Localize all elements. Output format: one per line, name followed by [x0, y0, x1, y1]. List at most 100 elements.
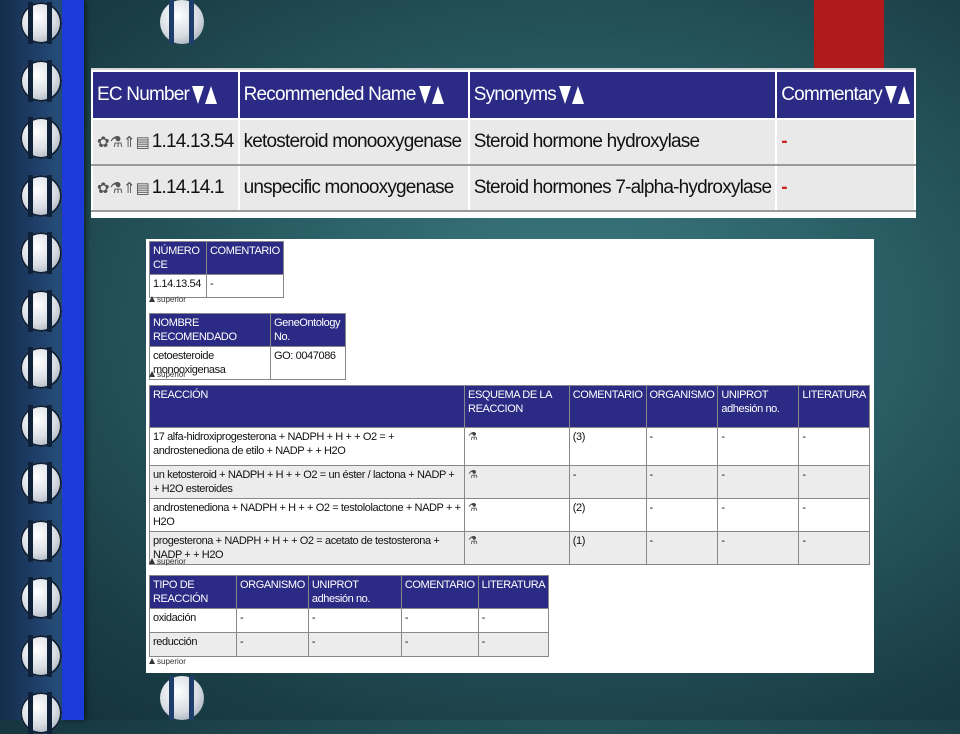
comentario-cell: - — [568, 465, 647, 499]
decorative-circle — [20, 404, 62, 447]
reaccion-cell: progesterona + NADPH + H + + O2 = acetat… — [148, 531, 466, 565]
recommended-name-cell: ketosteroid monooxygenase — [237, 118, 470, 166]
flask-icon[interactable]: ⚗ — [468, 430, 478, 444]
organismo-cell: - — [236, 632, 309, 657]
table-row: reducción - - - - — [149, 632, 550, 657]
flask-icon[interactable]: ⚗ — [468, 468, 478, 482]
uniprot-cell: - — [717, 498, 800, 532]
tipo-reaccion-header: TIPO DE REACCIÓN — [149, 575, 237, 609]
up-arrow-icon — [149, 558, 155, 564]
comentario-cell: - — [400, 608, 479, 633]
synonym-cell: Steroid hormones 7-alpha-hydroxylase — [467, 164, 778, 212]
uniprot-cell: - — [717, 427, 800, 466]
organismo-header: ORGANISMO — [236, 575, 309, 609]
reaccion-cell: androstenediona + NADPH + H + + O2 = tes… — [148, 498, 466, 532]
synonym-cell: Steroid hormone hydroxylase — [467, 118, 778, 166]
geneontology-header: GeneOntology No. — [270, 313, 346, 347]
sort-icon[interactable] — [559, 84, 585, 106]
organismo-header: ORGANISMO — [645, 385, 719, 428]
decorative-circle — [20, 519, 62, 562]
ec-number-header[interactable]: EC Number — [91, 70, 240, 120]
table-header-row: EC Number Recommended Name Synonyms Comm… — [91, 70, 916, 120]
decorative-circle — [20, 634, 62, 677]
tool-icons[interactable]: ✿⚗⇑▤ — [97, 179, 150, 197]
decorative-circle — [20, 174, 62, 217]
enzyme-results-panel: EC Number Recommended Name Synonyms Comm… — [91, 68, 916, 218]
up-arrow-icon — [149, 371, 155, 377]
ec-number-cell[interactable]: ✿⚗⇑▤ 1.14.14.1 — [91, 164, 240, 212]
reaccion-table: REACCIÓN ESQUEMA DE LA REACCION COMENTAR… — [148, 385, 870, 565]
ec-number-link[interactable]: 1.14.13.54 — [152, 131, 235, 152]
table-row: ✿⚗⇑▤ 1.14.14.1 unspecific monooxygenase S… — [91, 164, 916, 212]
synonyms-header[interactable]: Synonyms — [467, 70, 778, 120]
decorative-circle — [20, 2, 62, 44]
organismo-cell: - — [645, 498, 719, 532]
decorative-circle — [20, 347, 62, 389]
reaccion-cell: 17 alfa-hidroxiprogesterona + NADPH + H … — [148, 427, 466, 466]
uniprot-cell: - — [717, 531, 800, 565]
go-link[interactable]: GO: 0047086 — [270, 346, 346, 380]
organismo-cell: - — [645, 465, 719, 499]
organismo-cell: - — [236, 608, 309, 633]
literatura-header: LITERATURA — [798, 385, 870, 428]
sort-icon[interactable] — [192, 84, 218, 106]
uniprot-header: UNIPROT adhesión no. — [307, 575, 402, 609]
recommended-name-cell: unspecific monooxygenase — [237, 164, 470, 212]
decorative-circle — [20, 289, 62, 332]
numero-ce-header: NÚMERO CE — [149, 241, 207, 275]
literatura-header: LITERATURA — [477, 575, 550, 609]
superior-link[interactable]: superior — [149, 557, 186, 566]
decorative-circle — [20, 462, 62, 504]
literatura-cell: - — [477, 632, 550, 657]
uniprot-cell: - — [717, 465, 800, 499]
esquema-cell[interactable]: ⚗ — [464, 465, 570, 499]
commentary-header[interactable]: Commentary — [775, 70, 916, 120]
numero-ce-table: NÚMERO CE COMENTARIO 1.14.13.54 - — [149, 241, 284, 298]
literatura-cell: - — [798, 427, 870, 466]
superior-link[interactable]: superior — [149, 657, 186, 666]
slide-blue-bar — [62, 0, 84, 720]
esquema-cell[interactable]: ⚗ — [464, 498, 570, 532]
tool-icons[interactable]: ✿⚗⇑▤ — [97, 133, 150, 151]
comentario-cell[interactable]: (2) — [568, 498, 647, 532]
decorative-circle-top — [160, 0, 204, 44]
comentario-cell[interactable]: (3) — [568, 427, 647, 466]
ec-number-link[interactable]: 1.14.14.1 — [152, 177, 225, 198]
flask-icon[interactable]: ⚗ — [468, 501, 478, 515]
comentario-header: COMENTARIO — [206, 241, 284, 275]
comentario-header: COMENTARIO — [400, 575, 479, 609]
uniprot-cell: - — [307, 632, 402, 657]
flask-icon[interactable]: ⚗ — [468, 534, 478, 548]
decorative-circle — [20, 692, 62, 734]
comentario-header: COMENTARIO — [568, 385, 647, 428]
superior-link[interactable]: superior — [149, 370, 186, 379]
organismo-cell: - — [645, 531, 719, 565]
commentary-cell: - — [775, 164, 916, 212]
tipo-reaccion-table: TIPO DE REACCIÓN ORGANISMO UNIPROT adhes… — [149, 575, 550, 657]
recommended-name-header[interactable]: Recommended Name — [237, 70, 470, 120]
table-row: progesterona + NADPH + H + + O2 = acetat… — [148, 531, 870, 565]
comentario-cell[interactable]: (1) — [568, 531, 647, 565]
enzyme-detail-panel: NÚMERO CE COMENTARIO 1.14.13.54 - superi… — [146, 239, 874, 673]
uniprot-cell: - — [307, 608, 402, 633]
sort-icon[interactable] — [418, 84, 444, 106]
superior-link[interactable]: superior — [149, 295, 186, 304]
commentary-cell: - — [775, 118, 916, 166]
literatura-cell: - — [798, 531, 870, 565]
decorative-circle-bottom — [160, 676, 204, 720]
esquema-cell[interactable]: ⚗ — [464, 427, 570, 466]
decorative-circle — [20, 117, 62, 159]
literatura-cell: - — [477, 608, 550, 633]
tipo-cell: reducción — [149, 632, 237, 657]
reaccion-cell: un ketosteroid + NADPH + H + + O2 = un é… — [148, 465, 466, 499]
reaccion-header: REACCIÓN — [148, 385, 466, 428]
up-arrow-icon — [149, 658, 155, 664]
ec-number-cell[interactable]: ✿⚗⇑▤ 1.14.13.54 — [91, 118, 240, 166]
enzyme-results-table: EC Number Recommended Name Synonyms Comm… — [91, 70, 916, 212]
table-row: oxidación - - - - — [149, 608, 550, 633]
nombre-recomendado-header: NOMBRE RECOMENDADO — [149, 313, 271, 347]
table-row: androstenediona + NADPH + H + + O2 = tes… — [148, 498, 870, 532]
sort-icon[interactable] — [885, 84, 910, 106]
esquema-cell[interactable]: ⚗ — [464, 531, 570, 565]
decorative-circle — [20, 59, 62, 102]
